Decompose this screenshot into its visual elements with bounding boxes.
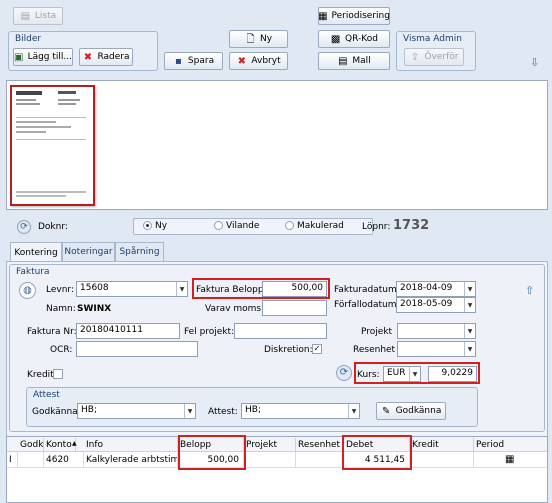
chevron-down-icon[interactable]: ▼: [176, 282, 187, 296]
new-document-icon: 🗋: [246, 33, 255, 45]
godkanna-button[interactable]: ✎ Godkänna: [376, 402, 446, 420]
diskretion-label: Diskretion:: [264, 345, 313, 355]
col-period[interactable]: Period: [474, 438, 547, 452]
kurs-refresh-icon[interactable]: ⟳: [336, 365, 352, 381]
row-marker: I: [7, 452, 18, 468]
row-projekt[interactable]: [244, 452, 296, 468]
levnr-label: Levnr:: [46, 285, 74, 295]
template-icon: ▤: [338, 55, 348, 67]
cancel-icon: ✖: [237, 55, 247, 67]
forfallodatum-label: Förfallodatum:: [334, 300, 400, 310]
belopp-highlight: [192, 278, 330, 299]
namn-value: SWINX: [77, 304, 112, 314]
transfer-icon: ⇪: [410, 51, 420, 63]
debet-column-highlight: [342, 435, 412, 470]
ocr-field[interactable]: [76, 341, 198, 357]
fakturanr-field[interactable]: 20180410111: [76, 323, 180, 339]
namn-label: Namn:: [46, 304, 76, 314]
chevron-down-icon[interactable]: ▼: [184, 404, 195, 418]
date-picker-icon[interactable]: ▼: [464, 282, 475, 296]
col-kredit[interactable]: Kredit: [410, 438, 474, 452]
visma-group-title: Visma Admin: [403, 34, 462, 44]
levnr-field[interactable]: 15608 ▼: [76, 281, 188, 297]
ocr-label: OCR:: [50, 345, 73, 355]
kredit-checkbox[interactable]: [53, 369, 63, 379]
radio-vilande-dot: [214, 221, 223, 230]
mall-button[interactable]: ▤ Mall: [318, 52, 390, 70]
qr-code-icon: ▩: [330, 33, 341, 45]
delete-image-icon: ✖: [83, 51, 93, 63]
invoice-thumbnail[interactable]: [10, 85, 95, 206]
tab-noteringar[interactable]: Noteringar: [62, 242, 115, 261]
tab-sparning[interactable]: Spårning: [115, 242, 164, 261]
diskretion-checkbox[interactable]: ✓: [312, 344, 322, 354]
col-resenhet[interactable]: Resenhet: [296, 438, 344, 452]
belopp-column-highlight: [178, 435, 246, 470]
overfor-button[interactable]: ⇪ Överför: [404, 48, 464, 66]
godkanna-label: Godkänna:: [32, 407, 81, 417]
row-info[interactable]: Kalkylerade arbtstimmar: [84, 452, 178, 468]
tab-kontering[interactable]: Kontering: [10, 242, 62, 262]
row-konto[interactable]: 4620: [44, 452, 84, 468]
radera-button[interactable]: ✖ Radera: [79, 48, 133, 66]
periodisering-button[interactable]: ▦ Periodisering: [318, 7, 390, 25]
calendar-clock-icon[interactable]: ▦: [505, 452, 514, 468]
faktura-group-title: Faktura: [16, 267, 50, 277]
lopnr-value: 1732: [393, 218, 430, 233]
chevron-down-icon[interactable]: ▼: [464, 342, 475, 356]
globe-icon[interactable]: ◍: [19, 282, 36, 299]
attest-select[interactable]: HB; ▼: [241, 403, 360, 419]
kurs-highlight: [354, 362, 480, 384]
approve-icon: ✎: [381, 405, 391, 417]
radio-makulerad-dot: [285, 221, 294, 230]
chevron-down-icon[interactable]: ▼: [348, 404, 359, 418]
forfallodatum-field[interactable]: 2018-05-09 ▼: [396, 297, 476, 313]
row-kredit[interactable]: [410, 452, 474, 468]
godkanna-select[interactable]: HB; ▼: [77, 403, 196, 419]
fakturanr-label: Faktura Nr:: [27, 327, 77, 337]
chevron-down-icon[interactable]: ▼: [464, 324, 475, 338]
col-godk[interactable]: Godk: [18, 438, 44, 452]
date-picker-icon[interactable]: ▼: [464, 298, 475, 312]
varav-moms-label: Varav moms:: [205, 304, 265, 314]
save-icon: ▪: [175, 55, 182, 67]
sort-asc-icon: ▲: [72, 440, 77, 447]
lagg-till-button[interactable]: ▣ Lägg till...: [13, 48, 73, 66]
spara-button[interactable]: ▪ Spara: [164, 52, 223, 70]
fakturadatum-label: Fakturadatum:: [334, 285, 400, 295]
row-resenhet[interactable]: [296, 452, 344, 468]
collapse-down-icon[interactable]: ⇩: [530, 56, 539, 69]
col-info[interactable]: Info: [84, 438, 178, 452]
radio-vilande[interactable]: Vilande: [214, 221, 259, 231]
row-period[interactable]: ▦: [474, 452, 547, 468]
add-image-icon: ▣: [14, 51, 24, 63]
resenhet-field[interactable]: ▼: [397, 341, 476, 357]
attest-group-title: Attest: [33, 390, 60, 400]
bilder-group-title: Bilder: [15, 34, 42, 44]
radio-ny-dot: [143, 221, 152, 230]
collapse-up-icon[interactable]: ⇧: [525, 284, 534, 297]
avbryt-button[interactable]: ✖ Avbryt: [229, 52, 288, 70]
fakturadatum-field[interactable]: 2018-04-09 ▼: [396, 281, 476, 297]
col-projekt[interactable]: Projekt: [244, 438, 296, 452]
fel-projekt-label: Fel projekt:: [184, 327, 235, 337]
varav-moms-field[interactable]: [262, 300, 327, 316]
qr-kod-button[interactable]: ▩ QR-Kod: [318, 30, 390, 48]
resenhet-label: Resenhet: [353, 345, 396, 355]
projekt-label: Projekt: [361, 327, 393, 337]
lista-button[interactable]: ▤ Lista: [13, 7, 63, 25]
radio-ny[interactable]: Ny: [143, 221, 167, 231]
row-godk[interactable]: [18, 452, 44, 468]
kredit-label: Kredit: [27, 370, 54, 380]
doknr-label: Doknr:: [38, 222, 68, 232]
ny-button[interactable]: 🗋 Ny: [229, 30, 288, 48]
attest-label: Attest:: [208, 407, 238, 417]
refresh-icon[interactable]: ⟳: [17, 220, 31, 234]
projekt-field[interactable]: ▼: [397, 323, 476, 339]
calendar-clock-icon: ▦: [318, 10, 328, 22]
list-icon: ▤: [20, 10, 31, 22]
lopnr-label: Löpnr:: [362, 222, 391, 232]
fel-projekt-field[interactable]: [234, 323, 327, 339]
radio-makulerad[interactable]: Makulerad: [285, 221, 344, 231]
